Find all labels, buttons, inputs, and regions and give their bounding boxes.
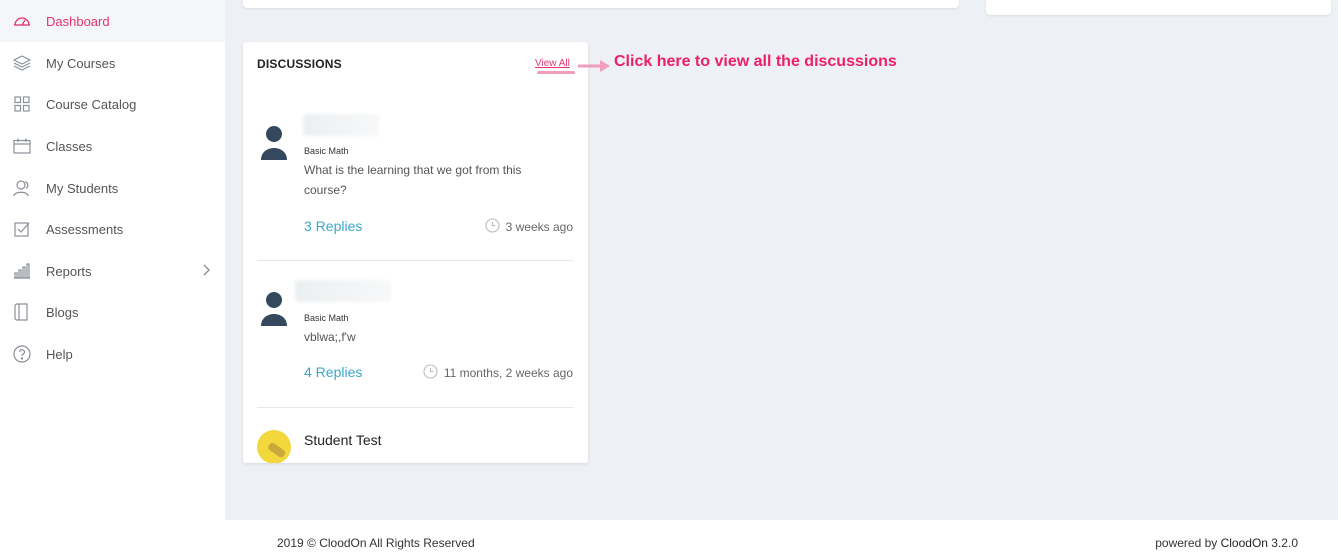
powered-prefix: powered by xyxy=(1155,536,1221,550)
discussions-card: DISCUSSIONS View All Basic Math What is … xyxy=(243,42,588,463)
sidebar-item-assessments[interactable]: Assessments xyxy=(0,208,225,250)
calendar-icon xyxy=(12,136,32,156)
powered-brand: CloodOn xyxy=(1220,536,1268,550)
time-text: 11 months, 2 weeks ago xyxy=(443,366,573,380)
view-all-highlight xyxy=(537,71,575,74)
discussion-text: What is the learning that we got from th… xyxy=(304,163,522,197)
clock-icon xyxy=(485,218,500,236)
sidebar-item-label: Help xyxy=(46,346,73,362)
sidebar-item-blogs[interactable]: Blogs xyxy=(0,291,225,333)
sidebar-item-my-courses[interactable]: My Courses xyxy=(0,42,225,84)
powered-version: 3.2.0 xyxy=(1267,536,1298,550)
copyright-text: 2019 © CloodOn All Rights Reserved xyxy=(277,536,475,550)
time-text: 3 weeks ago xyxy=(505,220,573,234)
author-name-redacted xyxy=(303,114,379,136)
discussions-title: DISCUSSIONS xyxy=(257,57,342,71)
sidebar: Dashboard My Courses Course Catalog Clas… xyxy=(0,0,225,520)
sidebar-item-label: My Courses xyxy=(46,55,116,71)
divider xyxy=(257,407,573,408)
users-icon xyxy=(12,178,32,198)
user-avatar-icon xyxy=(259,122,289,162)
dashboard-icon xyxy=(12,11,32,31)
layers-icon xyxy=(12,53,32,73)
sidebar-item-classes[interactable]: Classes xyxy=(0,125,225,167)
sidebar-item-label: Blogs xyxy=(46,304,79,320)
annotation-text: Click here to view all the discussions xyxy=(614,53,897,70)
bar-chart-icon xyxy=(12,261,32,281)
discussion-item[interactable]: Basic Math What is the learning that we … xyxy=(257,112,573,262)
clock-icon xyxy=(423,364,438,382)
sidebar-item-my-students[interactable]: My Students xyxy=(0,167,225,209)
sidebar-item-label: Reports xyxy=(46,263,92,279)
book-icon xyxy=(12,302,32,322)
course-name: Basic Math xyxy=(304,146,349,156)
user-avatar-icon xyxy=(259,288,289,328)
replies-link[interactable]: 4 Replies xyxy=(304,364,362,380)
top-card xyxy=(243,0,959,8)
discussion-text: vblwa;,f'w xyxy=(304,330,356,344)
sidebar-item-label: Assessments xyxy=(46,221,124,237)
sidebar-item-course-catalog[interactable]: Course Catalog xyxy=(0,83,225,125)
sidebar-item-label: Course Catalog xyxy=(46,96,137,112)
sidebar-item-help[interactable]: Help xyxy=(0,333,225,375)
checkbox-icon xyxy=(12,219,32,239)
author-name: Student Test xyxy=(304,432,382,448)
discussion-item[interactable]: Basic Math vblwa;,f'w 4 Replies 11 month… xyxy=(257,278,573,408)
discussion-item[interactable]: Student Test xyxy=(257,430,573,463)
sidebar-item-dashboard[interactable]: Dashboard xyxy=(0,0,225,42)
post-time: 11 months, 2 weeks ago xyxy=(423,364,573,382)
author-name-redacted xyxy=(295,280,391,302)
grid-icon xyxy=(12,94,32,114)
view-all-link[interactable]: View All xyxy=(535,58,570,69)
help-circle-icon xyxy=(12,344,32,364)
sidebar-item-label: My Students xyxy=(46,180,119,196)
sidebar-item-label: Classes xyxy=(46,138,93,154)
powered-by: powered by CloodOn 3.2.0 xyxy=(1155,536,1298,550)
student-avatar-icon xyxy=(257,430,291,463)
replies-link[interactable]: 3 Replies xyxy=(304,218,362,234)
divider xyxy=(257,260,573,261)
top-card xyxy=(986,0,1331,15)
annotation-arrow-icon xyxy=(578,58,612,79)
sidebar-item-reports[interactable]: Reports xyxy=(0,250,225,292)
sidebar-item-label: Dashboard xyxy=(46,13,110,29)
course-name: Basic Math xyxy=(304,313,349,323)
post-time: 3 weeks ago xyxy=(485,218,573,236)
chevron-right-icon xyxy=(203,264,211,279)
main-content: DISCUSSIONS View All Basic Math What is … xyxy=(225,0,1338,520)
footer: 2019 © CloodOn All Rights Reserved power… xyxy=(225,520,1338,560)
